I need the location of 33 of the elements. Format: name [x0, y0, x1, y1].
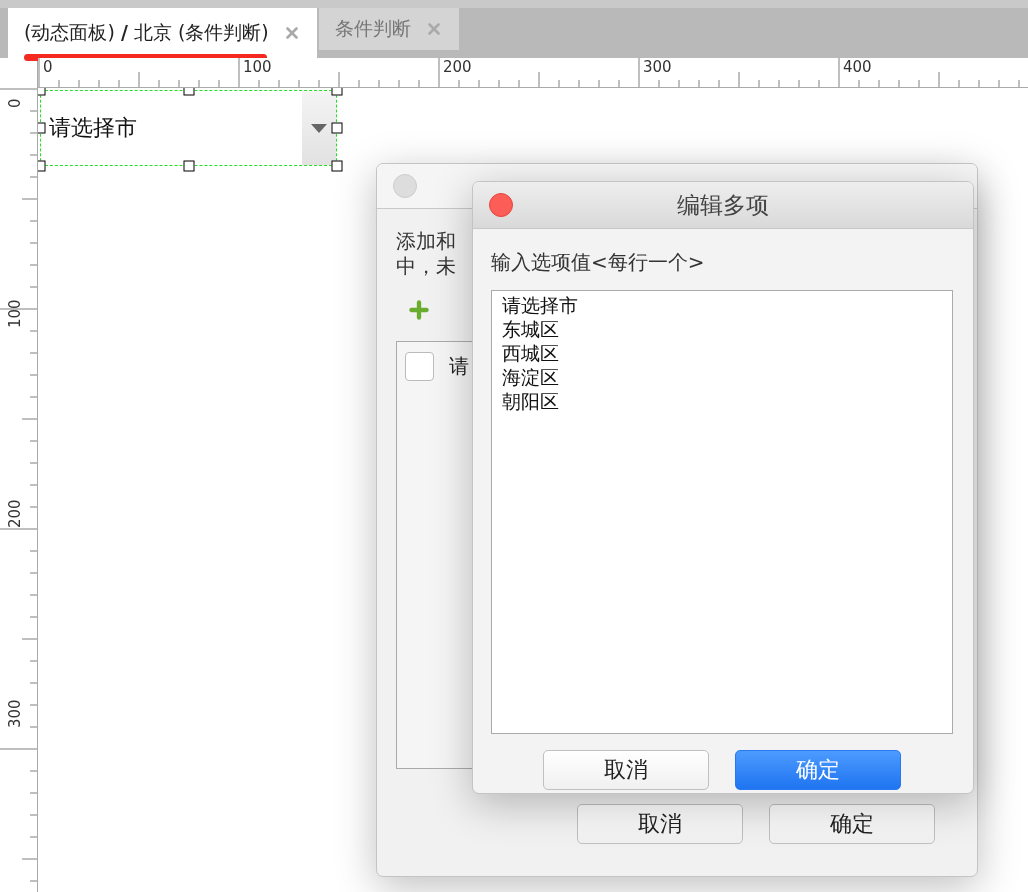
confirm-button[interactable]: 确定 — [735, 750, 901, 790]
close-button-icon[interactable] — [489, 193, 513, 217]
resize-handle[interactable] — [183, 88, 194, 96]
ruler-label: 100 — [243, 58, 272, 76]
resize-handle[interactable] — [38, 122, 46, 134]
ruler-label: 300 — [6, 699, 24, 728]
cancel-button[interactable]: 取消 — [543, 750, 709, 790]
resize-handle[interactable] — [331, 160, 343, 172]
dialog-button[interactable]: 取消 — [577, 804, 743, 844]
document-tab[interactable]: (动态面板) / 北京 (条件判断) — [8, 8, 317, 58]
add-icon[interactable] — [406, 297, 432, 323]
option-label: 请 — [449, 353, 469, 380]
dropdown-widget[interactable]: 请选择市 — [40, 90, 337, 166]
options-text-area[interactable]: 请选择市 东城区 西城区 海淀区 朝阳区 — [491, 290, 953, 734]
ruler-label: 300 — [643, 58, 672, 76]
resize-handle[interactable] — [331, 122, 343, 134]
ruler-label: 200 — [6, 499, 24, 528]
resize-handle[interactable] — [331, 88, 343, 96]
ruler-label: 400 — [843, 58, 872, 76]
resize-handle[interactable] — [183, 160, 194, 172]
ruler-label: 0 — [6, 98, 24, 108]
ruler-label: 200 — [443, 58, 472, 76]
dialog-button[interactable]: 确定 — [769, 804, 935, 844]
instruction-text: 添加和 — [396, 229, 456, 254]
ruler-label: 0 — [43, 58, 53, 76]
dropdown-text: 请选择市 — [49, 114, 137, 142]
prompt-label: 输入选项值<每行一个> — [491, 249, 706, 276]
dialog-title: 编辑多项 — [677, 190, 769, 220]
resize-handle[interactable] — [38, 160, 46, 172]
checkbox[interactable] — [405, 352, 434, 381]
dropdown-arrow-icon — [311, 123, 327, 133]
instruction-text: 中，未 — [396, 254, 456, 279]
ruler-label: 100 — [6, 299, 24, 328]
